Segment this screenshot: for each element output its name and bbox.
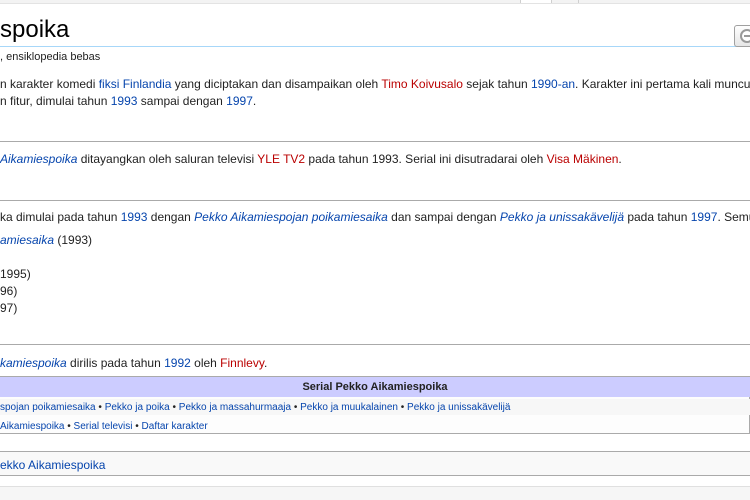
text: pada tahun 1993. Serial ini disutradarai… — [305, 152, 547, 166]
text: ditayangkan oleh saluran televisi — [77, 152, 258, 166]
navbox-link[interactable]: Aikamiespoika — [0, 421, 64, 432]
separator: • — [64, 421, 74, 432]
text: . Semua film Pekko dibintan — [717, 210, 750, 224]
text: pada tahun — [624, 210, 691, 224]
article-content: spoika , ensiklopedia bebas n karakter k… — [0, 0, 750, 500]
link-yle-tv2[interactable]: YLE TV2 — [257, 152, 305, 166]
category-link[interactable]: ekko Aikamiespoika — [0, 457, 105, 473]
section-divider — [0, 141, 750, 142]
text: n karakter komedi — [0, 77, 99, 91]
film-list-item: 97) — [0, 301, 18, 315]
film-list-item: amiesaika (1993) — [0, 232, 92, 248]
link-fiksi-finlandia[interactable]: fiksi Finlandia — [99, 77, 172, 91]
navbox-link[interactable]: Daftar karakter — [142, 421, 208, 432]
section-divider — [0, 344, 750, 345]
link-finnlevy[interactable]: Finnlevy — [220, 356, 264, 370]
link-film-unissakavelija[interactable]: Pekko ja unissakävelijä — [500, 210, 624, 224]
text: ka dimulai pada tahun — [0, 210, 121, 224]
section-divider — [0, 200, 750, 201]
site-tagline: , ensiklopedia bebas — [0, 51, 101, 63]
text: . Karakter ini pertama kali muncul di te… — [575, 77, 750, 91]
navbox-link[interactable]: spojan poikamiesaika — [0, 402, 96, 413]
text: . — [252, 94, 257, 108]
separator: • — [132, 421, 142, 432]
page-title: spoika — [0, 16, 70, 43]
text: . — [618, 152, 622, 166]
intro-line-2: n fitur, dimulai tahun 1993 sampai denga… — [0, 93, 256, 109]
separator: • — [95, 402, 105, 413]
text: . — [263, 356, 268, 370]
link-film[interactable]: amiesaika — [0, 233, 54, 247]
films-line-1: ka dimulai pada tahun 1993 dengan Pekko … — [0, 209, 750, 225]
navbox-link[interactable]: Pekko ja massahurmaaja — [179, 402, 291, 413]
tab-edge-right[interactable] — [578, 0, 750, 3]
category-box: ekko Aikamiespoika — [0, 451, 750, 476]
separator: • — [291, 402, 301, 413]
text: dengan — [147, 210, 195, 224]
tv-line: Aikamiespoika ditayangkan oleh saluran t… — [0, 151, 622, 167]
navbox-link[interactable]: Pekko ja muukalainen — [300, 402, 398, 413]
text: dan sampai dengan — [387, 210, 500, 224]
text: oleh — [190, 356, 221, 370]
film-list-item: 96) — [0, 284, 18, 298]
text: n fitur, dimulai tahun — [0, 94, 111, 108]
link-aikamiespoika-album[interactable]: kamiespoika — [0, 356, 67, 370]
text: (1993) — [54, 233, 93, 247]
search-icon[interactable] — [734, 25, 750, 47]
text: yang diciptakan dan disampaikan oleh — [171, 77, 382, 91]
separator: • — [397, 402, 408, 413]
link-1993[interactable]: 1993 — [121, 210, 148, 224]
navbox-title[interactable]: Serial Pekko Aikamiespoika — [0, 377, 750, 397]
navbox-link[interactable]: Pekko ja unissakävelijä — [407, 402, 510, 413]
navbox-row-films: spojan poikamiesaika • Pekko ja poika • … — [0, 401, 510, 415]
link-1997[interactable]: 1997 — [226, 94, 253, 108]
navbox-link[interactable]: Pekko ja poika — [105, 402, 170, 413]
link-1993[interactable]: 1993 — [111, 94, 138, 108]
text: sampai dengan — [137, 94, 227, 108]
link-1997[interactable]: 1997 — [691, 210, 718, 224]
link-1990-an[interactable]: 1990-an — [531, 77, 575, 91]
heading-divider — [0, 46, 750, 47]
navbox: Serial Pekko Aikamiespoika spojan poikam… — [0, 376, 750, 434]
link-film-poikamiesaika[interactable]: Pekko Aikamiespojan poikamiesaika — [194, 210, 388, 224]
text: dirilis pada tahun — [66, 356, 165, 370]
music-line: kamiespoika dirilis pada tahun 1992 oleh… — [0, 355, 267, 371]
film-list-item: 1995) — [0, 267, 31, 281]
navbox-row-other: Aikamiespoika • Serial televisi • Daftar… — [0, 420, 208, 434]
link-1992[interactable]: 1992 — [164, 356, 191, 370]
link-timo-koivusalo[interactable]: Timo Koivusalo — [381, 77, 463, 91]
link-aikamiespoika[interactable]: Aikamiespoika — [0, 152, 77, 166]
intro-line-1: n karakter komedi fiksi Finlandia yang d… — [0, 76, 750, 92]
separator: • — [169, 402, 179, 413]
text: sejak tahun — [462, 77, 531, 91]
tab-edge[interactable] — [520, 0, 552, 3]
footer-strip — [0, 486, 750, 500]
navbox-link[interactable]: Serial televisi — [74, 421, 133, 432]
link-visa-makinen[interactable]: Visa Mäkinen — [547, 152, 619, 166]
